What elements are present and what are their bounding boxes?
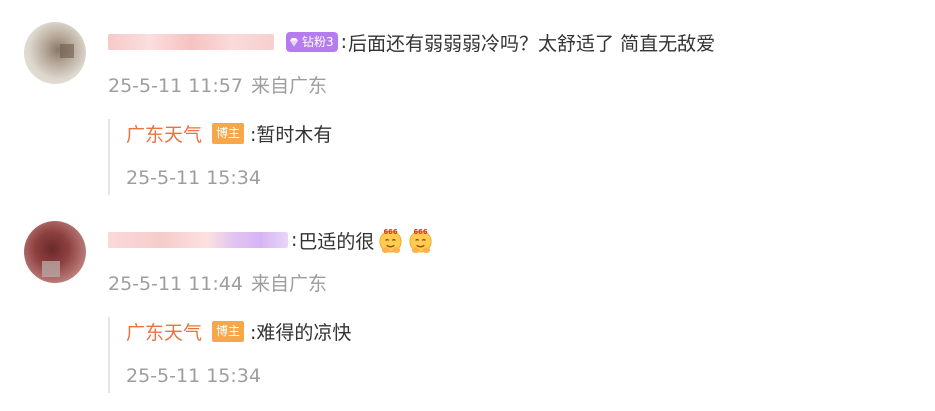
comment-main-line: : 巴适的很 666 666 xyxy=(108,227,434,253)
author-badge: 博主 xyxy=(212,320,245,342)
comment-meta: 25-5-11 11:44 来自广东 xyxy=(108,269,327,296)
avatar[interactable] xyxy=(24,221,86,283)
reply-author[interactable]: 广东天气 xyxy=(126,318,202,345)
reply-main-line: 广东天气 博主 :难得的凉快 xyxy=(126,317,351,345)
comment-text: 巴适的很 xyxy=(298,230,375,253)
666-emoji-icon: 666 xyxy=(379,227,403,253)
reply-timestamp: 25-5-11 15:34 xyxy=(126,365,261,387)
svg-text:666: 666 xyxy=(414,227,428,235)
comment-timestamp: 25-5-11 11:44 xyxy=(108,273,243,295)
username-blurred[interactable] xyxy=(108,232,288,248)
reply-text: :难得的凉快 xyxy=(250,321,352,344)
comment-item: : 巴适的很 666 666 25-5-11 11:44 来自广东 广东天气 博… xyxy=(0,0,935,411)
comment-source: 来自广东 xyxy=(250,273,327,295)
svg-text:666: 666 xyxy=(384,227,398,235)
reply-block: 广东天气 博主 :难得的凉快 25-5-11 15:34 xyxy=(108,317,510,393)
comment-separator: : xyxy=(291,229,298,251)
666-emoji-icon: 666 xyxy=(409,227,433,253)
